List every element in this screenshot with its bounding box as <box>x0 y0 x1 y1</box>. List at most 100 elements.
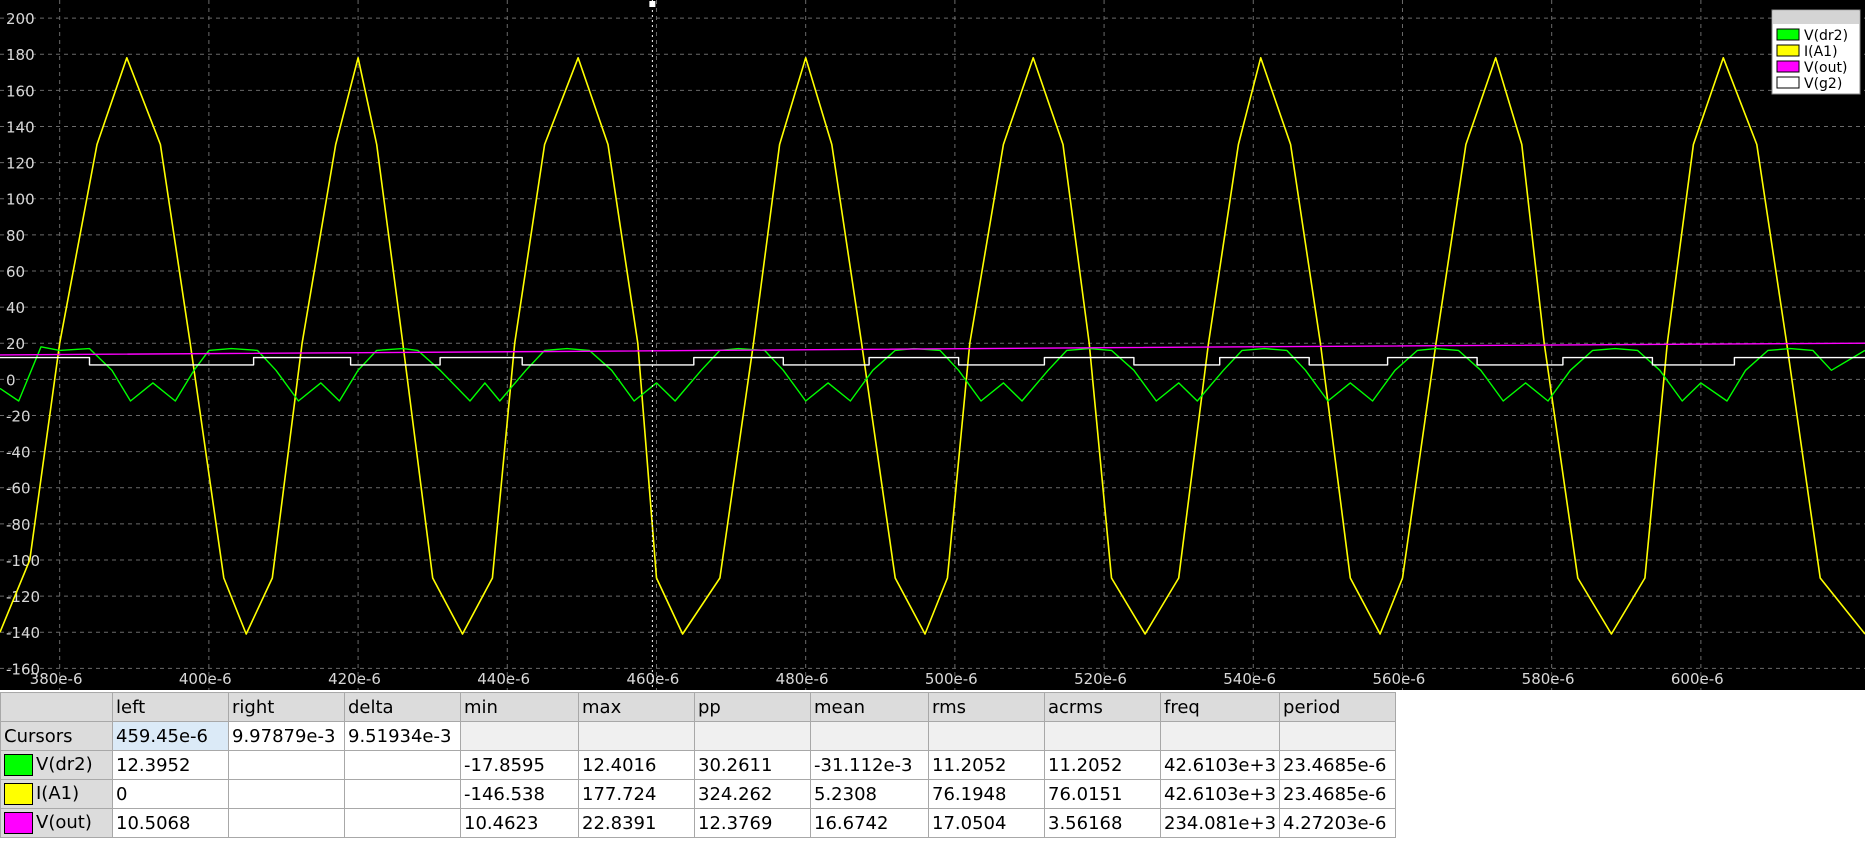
legend-titlebar <box>1773 11 1859 24</box>
legend-label: I(A1) <box>1804 44 1838 60</box>
cursor-handle <box>649 1 656 7</box>
x-tick-label: 460e-6 <box>626 670 679 688</box>
x-tick-label: 600e-6 <box>1671 670 1724 688</box>
y-tick-label: 140 <box>6 118 35 136</box>
table-cell: 4.27203e-6 <box>1279 808 1397 838</box>
cursors-row-label: Cursors <box>0 721 113 751</box>
table-cell: -146.538 <box>460 779 579 809</box>
table-cell: 12.3769 <box>694 808 811 838</box>
y-tick-label: -100 <box>6 552 40 570</box>
series-vout <box>0 342 1865 356</box>
table-cell: 76.1948 <box>928 779 1045 809</box>
legend-swatch <box>1776 76 1800 89</box>
table-cell: 12.4016 <box>578 750 695 780</box>
table-cell: 22.8391 <box>578 808 695 838</box>
row-label-ia1[interactable]: I(A1) <box>0 779 113 809</box>
color-swatch <box>4 812 33 834</box>
cursors-row: Cursors 459.45e-6 9.97879e-3 9.51934e-3 <box>0 721 1397 751</box>
table-cell: 76.0151 <box>1044 779 1161 809</box>
table-cell: 0 <box>112 779 229 809</box>
x-tick-label: 440e-6 <box>477 670 530 688</box>
header-cell-corner <box>0 692 113 722</box>
header-cell-pp[interactable]: pp <box>694 692 811 722</box>
table-cell <box>228 779 345 809</box>
table-cell-empty <box>460 721 579 751</box>
table-cell-empty <box>810 721 929 751</box>
row-label-text: V(dr2) <box>36 754 93 775</box>
table-cell: 30.2611 <box>694 750 811 780</box>
table-cell: 23.4685e-6 <box>1279 779 1397 809</box>
header-cell-mean[interactable]: mean <box>810 692 929 722</box>
table-cell: 42.6103e+3 <box>1159 779 1281 809</box>
y-tick-label: -60 <box>6 480 31 498</box>
legend-swatch <box>1776 28 1800 41</box>
legend-label: V(g2) <box>1804 76 1842 92</box>
legend-swatch <box>1776 44 1800 57</box>
x-tick-label: 520e-6 <box>1074 670 1127 688</box>
cursor-measurement-table: left right delta min max pp mean rms acr… <box>0 692 1397 838</box>
y-tick-label: 80 <box>6 227 25 245</box>
table-cell <box>344 779 461 809</box>
header-cell-delta[interactable]: delta <box>344 692 461 722</box>
row-label-vdr2[interactable]: V(dr2) <box>0 750 113 780</box>
table-header-row: left right delta min max pp mean rms acr… <box>0 692 1397 722</box>
header-cell-left[interactable]: left <box>112 692 229 722</box>
y-tick-label: 60 <box>6 263 25 281</box>
header-cell-rms[interactable]: rms <box>928 692 1045 722</box>
y-tick-label: -80 <box>6 516 31 534</box>
series-ia1 <box>0 57 1865 635</box>
table-cell: 10.5068 <box>112 808 229 838</box>
header-cell-freq[interactable]: freq <box>1159 692 1281 722</box>
cursor-right-value[interactable]: 9.97879e-3 <box>228 721 345 751</box>
table-row-vout: V(out) 10.5068 10.4623 22.8391 12.3769 1… <box>0 808 1397 838</box>
x-tick-label: 560e-6 <box>1372 670 1425 688</box>
header-cell-acrms[interactable]: acrms <box>1044 692 1161 722</box>
waveform-plot[interactable]: 200 180 160 140 120 100 80 60 40 20 0 -20 -40 -60 -80-… <box>0 0 1865 690</box>
x-tick-label: 380e-6 <box>30 670 83 688</box>
header-cell-min[interactable]: min <box>460 692 579 722</box>
cursor-left-value[interactable]: 459.45e-6 <box>112 721 229 751</box>
table-cell <box>228 750 345 780</box>
table-cell: 5.2308 <box>810 779 929 809</box>
waveform-svg[interactable]: 200180160140120100806040200-20-40-60-80-… <box>0 0 1865 690</box>
y-tick-label: 180 <box>6 46 35 64</box>
table-cell: 10.4623 <box>460 808 579 838</box>
row-label-text: V(out) <box>36 812 92 833</box>
color-swatch <box>4 783 33 805</box>
cursor-delta-value: 9.51934e-3 <box>344 721 461 751</box>
y-tick-label: -20 <box>6 407 31 425</box>
table-cell: 234.081e+3 <box>1159 808 1281 838</box>
table-cell: -31.112e-3 <box>810 750 929 780</box>
table-cell-empty <box>578 721 695 751</box>
row-label-vout[interactable]: V(out) <box>0 808 113 838</box>
table-cell: 324.262 <box>694 779 811 809</box>
table-cell: 11.2052 <box>928 750 1045 780</box>
table-cell: 3.56168 <box>1044 808 1161 838</box>
y-tick-label: 200 <box>6 10 35 28</box>
table-cell: 17.0504 <box>928 808 1045 838</box>
header-cell-period[interactable]: period <box>1279 692 1397 722</box>
table-cell <box>344 808 461 838</box>
x-tick-label: 580e-6 <box>1522 670 1575 688</box>
table-cell: 177.724 <box>578 779 695 809</box>
series-vdr2 <box>0 346 1865 402</box>
table-cell: -17.8595 <box>460 750 579 780</box>
legend-label: V(out) <box>1804 60 1847 76</box>
table-cell-empty <box>1044 721 1161 751</box>
y-tick-label: 100 <box>6 191 35 209</box>
row-label-text: I(A1) <box>36 783 80 804</box>
x-tick-label: 500e-6 <box>925 670 978 688</box>
y-tick-label: -40 <box>6 444 31 462</box>
header-cell-max[interactable]: max <box>578 692 695 722</box>
y-tick-label: -140 <box>6 624 40 642</box>
table-cell-empty <box>1159 721 1281 751</box>
legend-label: V(dr2) <box>1804 28 1848 44</box>
color-swatch <box>4 754 33 776</box>
x-tick-label: 420e-6 <box>328 670 381 688</box>
header-cell-right[interactable]: right <box>228 692 345 722</box>
series-vg2 <box>0 356 1865 366</box>
legend-swatch <box>1776 60 1800 73</box>
x-tick-label: 480e-6 <box>776 670 829 688</box>
table-cell-empty <box>1279 721 1397 751</box>
y-tick-label: 40 <box>6 299 25 317</box>
